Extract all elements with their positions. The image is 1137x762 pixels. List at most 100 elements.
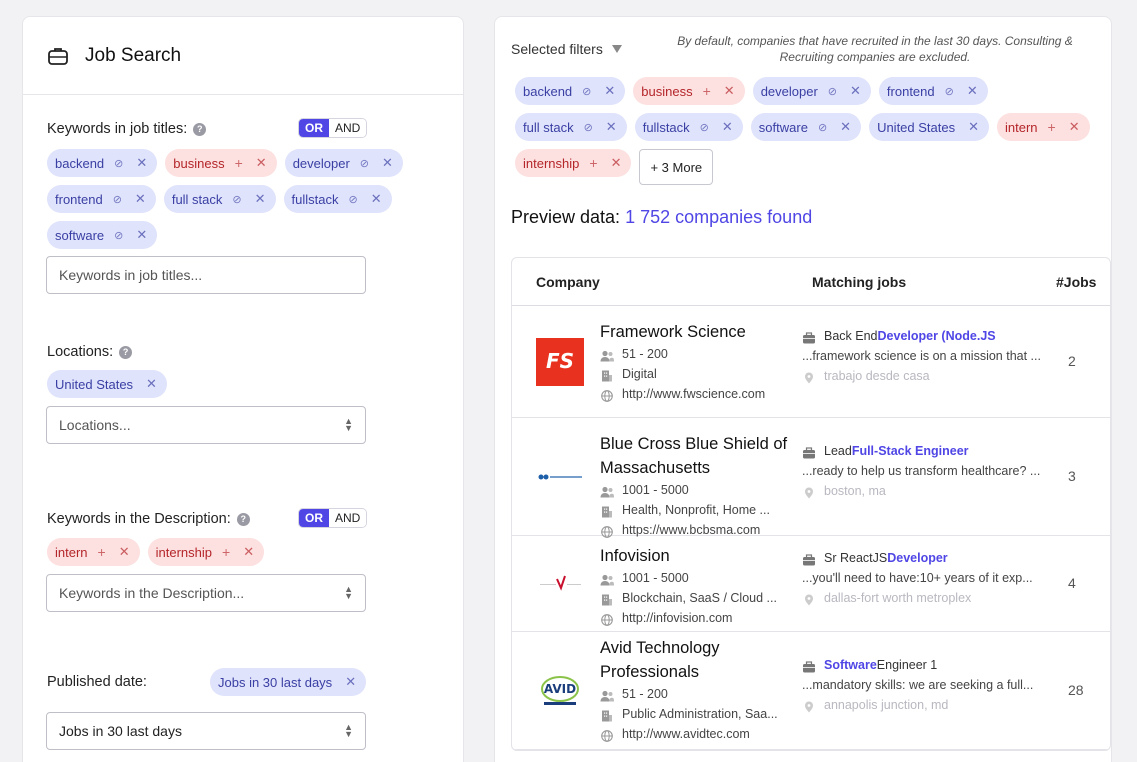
close-icon[interactable]: ✕ [371, 191, 382, 207]
close-icon[interactable]: ✕ [136, 227, 147, 243]
exclude-icon[interactable]: ⊘ [582, 85, 591, 98]
locations-select[interactable]: Locations... ▲ ▼ [46, 406, 366, 444]
location-pin-icon [802, 592, 816, 606]
or-option[interactable]: OR [299, 119, 329, 137]
job-title[interactable]: Lead Full-Stack Engineer [802, 441, 1052, 461]
company-size-text: 51 - 200 [622, 347, 668, 361]
close-icon[interactable]: ✕ [724, 83, 735, 99]
table-body: FS Framework Science 51 - 200 Digital http:/… [512, 306, 1110, 750]
plus-icon[interactable]: + [98, 544, 106, 560]
job-title[interactable]: Sr ReactJS Developer [802, 548, 1052, 568]
close-icon[interactable]: ✕ [243, 544, 254, 560]
exclude-icon[interactable]: ⊘ [232, 193, 241, 206]
building-icon [600, 368, 614, 382]
close-icon[interactable]: ✕ [850, 83, 861, 99]
table-row[interactable]: FS Framework Science 51 - 200 Digital http:/… [512, 306, 1110, 418]
plus-icon[interactable]: + [1048, 119, 1056, 135]
job-title-suffix: Engineer 1 [876, 658, 938, 672]
plus-icon[interactable]: + [222, 544, 230, 560]
chip-label: developer [292, 155, 350, 171]
job-title[interactable]: Software Engineer 1 [802, 655, 1052, 675]
company-url-text: http://www.avidtec.com [622, 727, 750, 741]
chip-internship: internship + ✕ [515, 149, 632, 177]
exclude-icon[interactable]: ⊘ [945, 85, 954, 98]
company-size-text: 51 - 200 [622, 687, 668, 701]
matching-job[interactable]: Lead Full-Stack Engineer ...ready to help… [802, 441, 1052, 501]
and-option[interactable]: AND [329, 119, 367, 137]
matching-job[interactable]: Software Engineer 1 ...mandatory skills: … [802, 655, 1052, 715]
table-row[interactable]: AVID Avid Technology Professionals 51 - 20… [512, 632, 1110, 750]
published-label: Published date: [47, 674, 147, 690]
globe-icon [600, 612, 614, 626]
close-icon[interactable]: ✕ [968, 119, 979, 135]
close-icon[interactable]: ✕ [256, 155, 267, 171]
company-size: 1001 - 5000 [600, 480, 780, 500]
col-jobs-count[interactable]: #Jobs [1056, 274, 1096, 290]
exclude-icon[interactable]: ⊘ [114, 157, 123, 170]
help-icon[interactable]: ? [119, 345, 133, 359]
col-company[interactable]: Company [536, 274, 600, 290]
company-url-text: http://infovision.com [622, 611, 733, 625]
description-or-and-toggle[interactable]: OR AND [298, 508, 368, 528]
exclude-icon[interactable]: ⊘ [700, 121, 709, 134]
close-icon[interactable]: ✕ [611, 155, 622, 171]
help-icon[interactable]: ? [193, 122, 207, 136]
chip-fullstack: fullstack ⊘ ✕ [283, 185, 392, 213]
col-matching-jobs[interactable]: Matching jobs [812, 274, 906, 290]
exclude-icon[interactable]: ⊘ [349, 193, 358, 206]
or-option[interactable]: OR [299, 509, 329, 527]
plus-icon[interactable]: + [703, 83, 711, 99]
chip-label: internship [155, 544, 212, 560]
company-name[interactable]: Blue Cross Blue Shield of Massachusetts [600, 432, 790, 480]
matching-job[interactable]: Back End Developer (Node.JS ...framework … [802, 326, 1052, 386]
chip-backend: backend ⊘ ✕ [515, 77, 626, 105]
close-icon[interactable]: ✕ [135, 191, 146, 207]
close-icon[interactable]: ✕ [606, 119, 617, 135]
titles-or-and-toggle[interactable]: OR AND [298, 118, 368, 138]
close-icon[interactable]: ✕ [967, 83, 978, 99]
titles-input[interactable]: Keywords in job titles... [46, 256, 366, 294]
company-name[interactable]: Avid Technology Professionals [600, 636, 790, 684]
company-name[interactable]: Framework Science [600, 320, 790, 344]
published-select[interactable]: Jobs in 30 last days ▲ ▼ [46, 712, 366, 750]
close-icon[interactable]: ✕ [382, 155, 393, 171]
close-icon[interactable]: ✕ [604, 83, 615, 99]
description-label-text: Keywords in the Description: [47, 511, 231, 527]
matching-job[interactable]: Sr ReactJS Developer ...you'll need to ha… [802, 548, 1052, 608]
chip-backend: backend ⊘ ✕ [47, 149, 158, 177]
exclude-icon[interactable]: ⊘ [360, 157, 369, 170]
table-row[interactable]: Infovision 1001 - 5000 Blockchain, SaaS / … [512, 536, 1110, 632]
company-name[interactable]: Infovision [600, 544, 790, 568]
exclude-icon[interactable]: ⊘ [584, 121, 593, 134]
exclude-icon[interactable]: ⊘ [828, 85, 837, 98]
plus-icon[interactable]: + [235, 155, 243, 171]
close-icon[interactable]: ✕ [119, 544, 130, 560]
close-icon[interactable]: ✕ [722, 119, 733, 135]
company-url[interactable]: http://infovision.com [600, 608, 780, 628]
filter-icon [611, 45, 622, 53]
briefcase-icon [802, 445, 816, 459]
job-snippet: ...framework science is on a mission tha… [802, 349, 1041, 363]
exclude-icon[interactable]: ⊘ [818, 121, 827, 134]
help-icon[interactable]: ? [236, 512, 250, 526]
plus-icon[interactable]: + [589, 155, 597, 171]
close-icon[interactable]: ✕ [345, 674, 356, 690]
close-icon[interactable]: ✕ [136, 155, 147, 171]
job-title[interactable]: Back End Developer (Node.JS [802, 326, 1052, 346]
company-industry-text: Blockchain, SaaS / Cloud ... [622, 591, 777, 605]
description-label: Keywords in the Description:? [47, 511, 250, 527]
company-url[interactable]: http://www.fwscience.com [600, 384, 780, 404]
description-input[interactable]: Keywords in the Description... ▲ ▼ [46, 574, 366, 612]
job-location: boston, ma [802, 481, 1052, 501]
and-option[interactable]: AND [329, 509, 367, 527]
company-meta: 51 - 200 Digital http://www.fwscience.com [600, 344, 780, 404]
close-icon[interactable]: ✕ [255, 191, 266, 207]
more-filters-button[interactable]: + 3 More [639, 149, 714, 185]
company-url[interactable]: http://www.avidtec.com [600, 724, 780, 744]
close-icon[interactable]: ✕ [146, 376, 157, 392]
close-icon[interactable]: ✕ [1069, 119, 1080, 135]
close-icon[interactable]: ✕ [840, 119, 851, 135]
exclude-icon[interactable]: ⊘ [113, 193, 122, 206]
table-row[interactable]: Blue Cross Blue Shield of Massachusetts 1… [512, 418, 1110, 538]
exclude-icon[interactable]: ⊘ [114, 229, 123, 242]
